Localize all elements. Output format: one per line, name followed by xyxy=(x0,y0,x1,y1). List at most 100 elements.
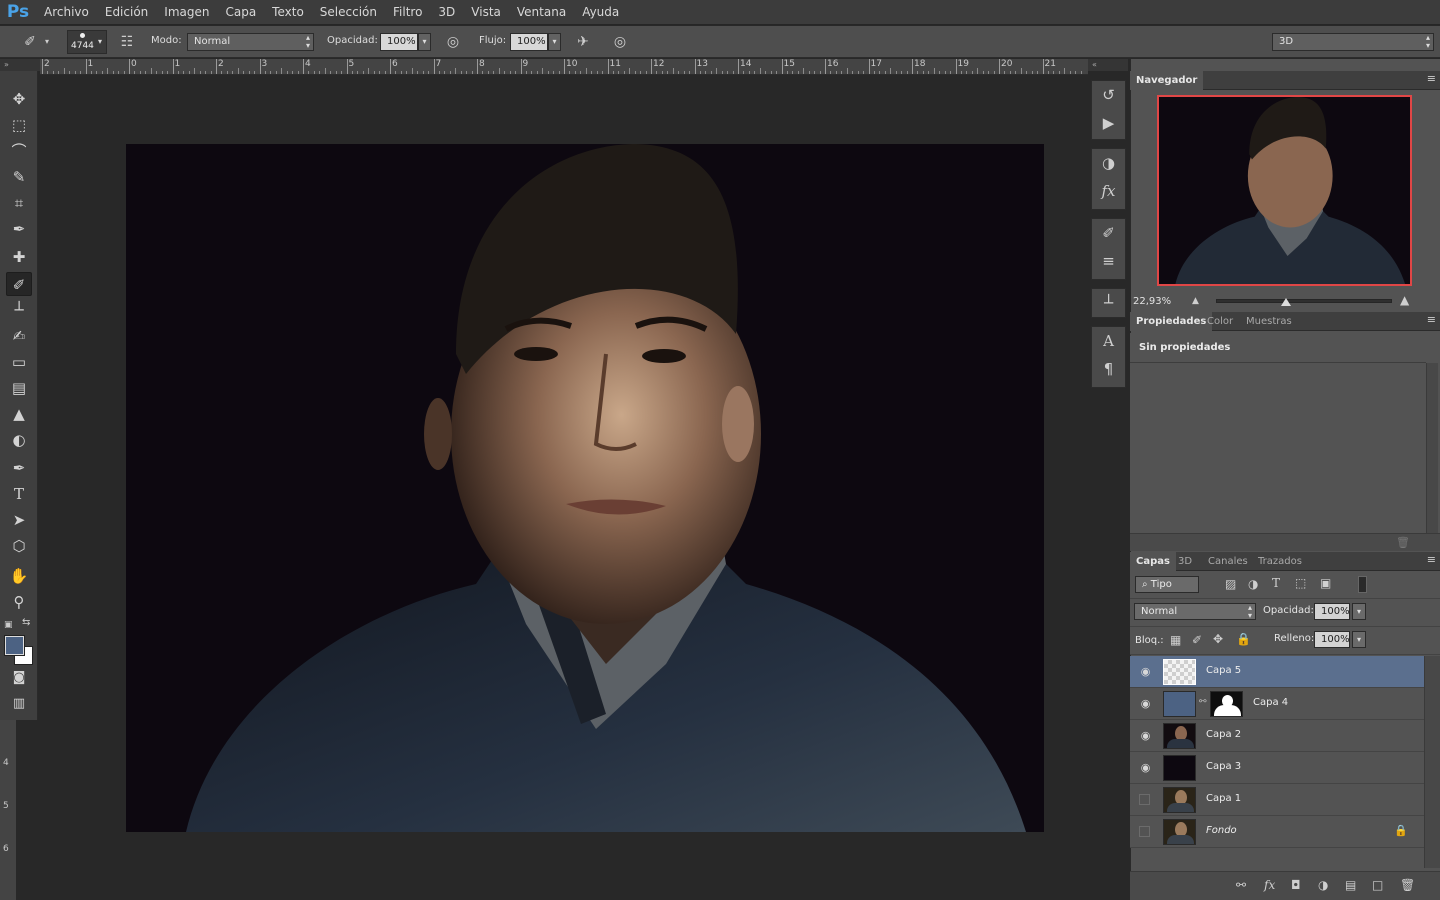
opacity-dropdown-button[interactable]: ▾ xyxy=(418,33,431,51)
paragraph-icon[interactable]: ¶ xyxy=(1092,355,1125,383)
actions-play-icon[interactable]: ▶ xyxy=(1092,109,1125,137)
new-adjustment-icon[interactable]: ◑ xyxy=(1318,878,1328,892)
properties-scrollbar[interactable] xyxy=(1426,363,1438,533)
layer-opacity-input[interactable]: 100% xyxy=(1314,603,1350,620)
layer-name[interactable]: Capa 2 xyxy=(1206,729,1241,740)
filter-smart-object-icon[interactable]: ▣ xyxy=(1320,576,1331,590)
fill-input[interactable]: 100% xyxy=(1314,631,1350,648)
layer-row-capa-2[interactable]: ◉ Capa 2 xyxy=(1130,720,1424,752)
menu-ayuda[interactable]: Ayuda xyxy=(574,0,627,25)
foreground-color-swatch[interactable] xyxy=(4,635,25,656)
link-layers-icon[interactable]: ⚯ xyxy=(1236,878,1246,892)
menu-texto[interactable]: Texto xyxy=(264,0,312,25)
tab-navegador[interactable]: Navegador xyxy=(1130,71,1204,90)
filter-adjustment-icon[interactable]: ◑ xyxy=(1248,577,1258,591)
menu-imagen[interactable]: Imagen xyxy=(156,0,217,25)
brush-panel-toggle-icon[interactable]: ☷ xyxy=(117,32,137,52)
filter-pixel-icon[interactable]: ▨ xyxy=(1225,577,1236,591)
preset-dropdown-icon[interactable]: ▾ xyxy=(42,32,52,52)
menu-archivo[interactable]: Archivo xyxy=(36,0,97,25)
navigator-zoom-thumb[interactable] xyxy=(1281,298,1291,306)
menu-vista[interactable]: Vista xyxy=(463,0,509,25)
rectangular-marquee-icon[interactable]: ⬚ xyxy=(6,113,32,137)
menu-filtro[interactable]: Filtro xyxy=(385,0,430,25)
eye-icon[interactable]: ◉ xyxy=(1139,697,1152,710)
eraser-icon[interactable]: ▭ xyxy=(6,350,32,374)
menu-capa[interactable]: Capa xyxy=(217,0,264,25)
airbrush-icon[interactable]: ✈ xyxy=(573,32,593,52)
pen-tool-icon[interactable]: ✒ xyxy=(6,456,32,480)
eye-icon[interactable]: ◉ xyxy=(1139,665,1152,678)
adjustments-icon[interactable]: ◑ xyxy=(1092,149,1125,177)
fill-dropdown[interactable]: ▾ xyxy=(1352,631,1366,648)
document-image[interactable] xyxy=(126,144,1044,832)
screen-mode-icon[interactable]: ▥ xyxy=(6,692,32,716)
eyedropper-icon[interactable]: ✒ xyxy=(6,217,32,241)
dodge-tool-icon[interactable]: ◐ xyxy=(6,428,32,452)
layer-name[interactable]: Capa 1 xyxy=(1206,793,1241,804)
menu-ventana[interactable]: Ventana xyxy=(509,0,574,25)
quick-selection-icon[interactable]: ✎ xyxy=(6,165,32,189)
healing-brush-icon[interactable]: ✚ xyxy=(6,245,32,269)
default-colors-icon[interactable]: ▣ xyxy=(4,620,13,630)
panel-menu-icon[interactable]: ≡ xyxy=(1427,313,1436,326)
navigator-preview[interactable] xyxy=(1157,95,1412,286)
history-icon[interactable]: ↺ xyxy=(1092,81,1125,109)
toolbar-collapse-handle[interactable]: » xyxy=(0,59,40,71)
clone-stamp-icon[interactable]: ┴ xyxy=(6,298,32,322)
zoom-in-icon[interactable]: ▲ xyxy=(1400,293,1409,307)
menu-seleccion[interactable]: Selección xyxy=(312,0,385,25)
flow-input[interactable]: 100% xyxy=(510,33,548,51)
layer-filter-select[interactable]: ⌕ Tipo xyxy=(1135,576,1199,593)
iconstrip-collapse-handle[interactable]: « xyxy=(1088,59,1128,71)
menu-3d[interactable]: 3D xyxy=(430,0,463,25)
lasso-tool-icon[interactable]: ⌒ xyxy=(6,139,32,163)
clone-source-icon[interactable]: ┴ xyxy=(1092,289,1125,317)
layer-name[interactable]: Capa 3 xyxy=(1206,761,1241,772)
crop-tool-icon[interactable]: ⌗ xyxy=(6,191,32,215)
layer-style-fx-icon[interactable]: fx xyxy=(1264,878,1275,892)
link-icon[interactable]: ⚯ xyxy=(1199,697,1207,707)
opacity-input[interactable]: 100% xyxy=(380,33,418,51)
layers-scrollbar[interactable] xyxy=(1424,656,1440,868)
mode-select[interactable]: Normal ▴ ▾ xyxy=(187,33,314,51)
hand-tool-icon[interactable]: ✋ xyxy=(6,564,32,588)
tab-propiedades[interactable]: Propiedades xyxy=(1130,312,1213,331)
character-icon[interactable]: A xyxy=(1092,327,1125,355)
menu-edicion[interactable]: Edición xyxy=(97,0,156,25)
layer-name[interactable]: Capa 4 xyxy=(1253,697,1288,708)
tab-capas[interactable]: Capas xyxy=(1130,552,1176,571)
move-tool-icon[interactable]: ✥ xyxy=(6,87,32,111)
filter-shape-icon[interactable]: ⬚ xyxy=(1295,576,1306,590)
new-layer-icon[interactable]: □ xyxy=(1372,878,1383,892)
brush-presets-icon[interactable]: ✐ xyxy=(1092,219,1125,247)
brush-tool-preset-icon[interactable]: ✐ xyxy=(20,32,40,52)
zoom-tool-icon[interactable]: ⚲ xyxy=(6,590,32,614)
brush-size-picker[interactable]: 4744 ▾ xyxy=(67,30,107,54)
lock-all-icon[interactable]: 🔒 xyxy=(1236,632,1251,646)
quick-mask-icon[interactable]: ◙ xyxy=(6,666,32,690)
brush-settings-icon[interactable]: ≡ xyxy=(1092,247,1125,275)
tab-3d[interactable]: 3D xyxy=(1172,552,1198,571)
blend-mode-select[interactable]: Normal ▴ ▾ xyxy=(1134,603,1256,620)
add-mask-icon[interactable]: ◘ xyxy=(1291,878,1301,892)
visibility-toggle-empty[interactable] xyxy=(1139,794,1150,805)
brush-tool-icon[interactable]: ✐ xyxy=(6,272,32,296)
new-group-icon[interactable]: ▤ xyxy=(1345,878,1356,892)
panel-menu-icon[interactable]: ≡ xyxy=(1427,553,1436,566)
layer-opacity-dropdown[interactable]: ▾ xyxy=(1352,603,1366,620)
styles-fx-icon[interactable]: fx xyxy=(1092,177,1125,205)
lock-transparent-icon[interactable]: ▦ xyxy=(1170,633,1181,647)
navigator-zoom-value[interactable]: 22,93% xyxy=(1133,296,1171,307)
zoom-out-icon[interactable]: ▲ xyxy=(1192,296,1199,306)
type-tool-icon[interactable]: T xyxy=(6,482,32,506)
filter-type-icon[interactable]: T xyxy=(1272,576,1280,590)
layer-row-capa-5[interactable]: ◉ Capa 5 xyxy=(1130,656,1424,688)
layer-row-capa-3[interactable]: ◉ Capa 3 xyxy=(1130,752,1424,784)
eye-icon[interactable]: ◉ xyxy=(1139,729,1152,742)
lock-pixels-icon[interactable]: ✐ xyxy=(1192,633,1202,647)
visibility-toggle-empty[interactable] xyxy=(1139,826,1150,837)
path-selection-icon[interactable]: ➤ xyxy=(6,508,32,532)
filter-toggle-switch[interactable] xyxy=(1358,576,1367,593)
navigator-zoom-slider[interactable] xyxy=(1216,299,1392,303)
